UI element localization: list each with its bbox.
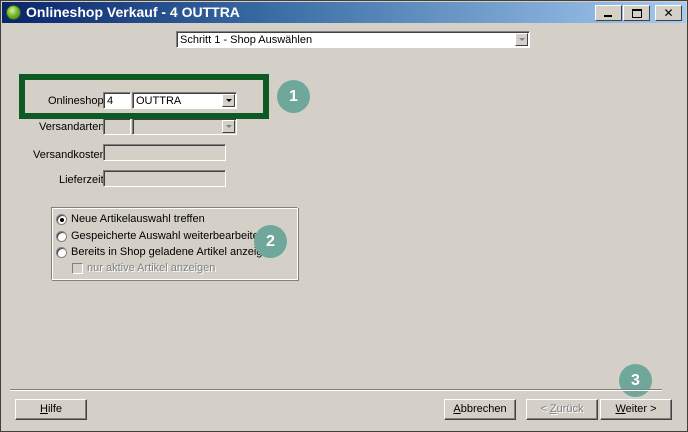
- title-bar[interactable]: Onlineshop Verkauf - 4 OUTTRA ✕: [2, 2, 686, 23]
- versandkosten-field[interactable]: [103, 144, 226, 161]
- wizard-window: Onlineshop Verkauf - 4 OUTTRA ✕ Schritt …: [0, 0, 688, 432]
- radio-loaded-articles-label: Bereits in Shop geladene Artikel anzeige…: [71, 246, 278, 258]
- step-selector-value: Schritt 1 - Shop Auswählen: [180, 34, 313, 46]
- checkbox-icon[interactable]: [72, 263, 83, 274]
- radio-saved-selection-label: Gespeicherte Auswahl weiterbearbeiten: [71, 230, 265, 242]
- next-button-accel: W: [615, 403, 626, 415]
- radio-checked-icon[interactable]: [56, 214, 67, 225]
- window-title: Onlineshop Verkauf - 4 OUTTRA: [26, 4, 240, 20]
- radio-unchecked-icon[interactable]: [56, 231, 67, 242]
- help-button-accel: H: [39, 403, 48, 415]
- callout-badge-2: 2: [254, 225, 287, 258]
- radio-unchecked-icon[interactable]: [56, 247, 67, 258]
- lieferzeit-label: Lieferzeit: [59, 174, 104, 186]
- close-button[interactable]: ✕: [655, 5, 682, 21]
- cancel-button-accel: A: [453, 403, 461, 415]
- callout-badge-1: 1: [277, 80, 310, 113]
- back-button-prefix: <: [540, 403, 550, 415]
- close-icon: ✕: [663, 6, 674, 20]
- step-selector[interactable]: Schritt 1 - Shop Auswählen: [176, 31, 530, 48]
- back-button-label: urück: [556, 403, 584, 415]
- help-button-label: ilfe: [47, 403, 62, 415]
- back-button[interactable]: < Zurück: [526, 399, 598, 420]
- next-button-label: eiter >: [625, 403, 657, 415]
- callout-badge-3: 3: [619, 364, 652, 397]
- cancel-button-label: bbrechen: [460, 403, 507, 415]
- minimize-button[interactable]: [595, 5, 622, 21]
- app-icon: [6, 5, 21, 20]
- maximize-icon: [632, 9, 642, 18]
- versandarten-number-field[interactable]: [103, 118, 131, 135]
- help-button[interactable]: Hilfe: [15, 399, 87, 420]
- chevron-down-icon[interactable]: [222, 120, 235, 133]
- lieferzeit-field[interactable]: [103, 170, 226, 187]
- chevron-down-icon[interactable]: [515, 33, 528, 46]
- versandkosten-label: Versandkosten: [33, 149, 106, 161]
- cancel-button[interactable]: Abbrechen: [444, 399, 516, 420]
- back-button-accel: Z: [549, 403, 557, 415]
- minimize-icon: [604, 15, 612, 17]
- versandarten-select[interactable]: [132, 118, 237, 135]
- versandarten-label: Versandarten: [39, 121, 105, 133]
- maximize-button[interactable]: [623, 5, 650, 21]
- radio-new-selection-label: Neue Artikelauswahl treffen: [71, 213, 205, 225]
- checkbox-active-only-label: nur aktive Artikel anzeigen: [87, 262, 216, 274]
- onlineshop-highlight-frame: [19, 74, 269, 119]
- next-button[interactable]: Weiter >: [600, 399, 672, 420]
- footer-separator: [10, 389, 662, 391]
